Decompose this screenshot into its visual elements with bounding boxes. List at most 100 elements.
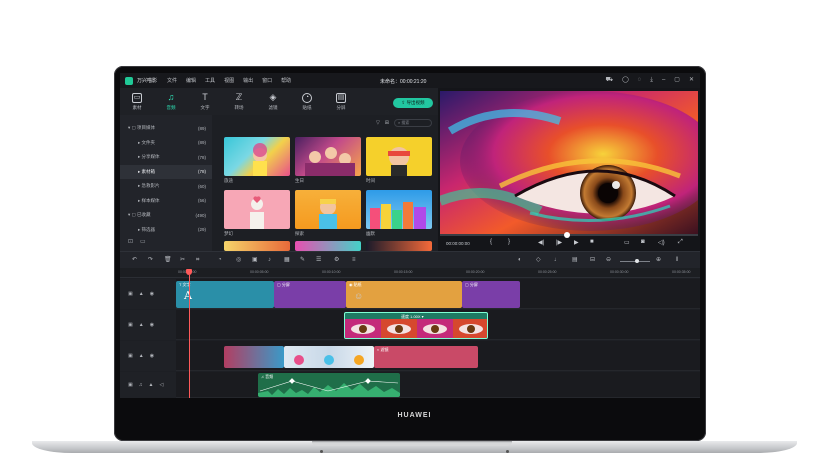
folder-icon[interactable]: ▭ (140, 238, 146, 245)
eye-icon[interactable]: ◉ (150, 291, 154, 297)
grid-view-icon[interactable]: ⊞ (385, 120, 389, 126)
volume-icon[interactable]: ◁ (159, 382, 163, 388)
close-icon[interactable]: ✕ (689, 77, 694, 84)
media-thumbnail[interactable] (295, 137, 361, 176)
undo-icon[interactable]: ↶ (132, 257, 137, 264)
zoom-in-icon[interactable]: ⊕ (656, 257, 661, 264)
audio-edit-icon[interactable]: ♪ (268, 257, 271, 264)
timeline-ruler[interactable]: 00:00:00:00 00:00:05:00 00:00:10:00 00:0… (120, 268, 700, 278)
cart-icon[interactable]: ⛟ (605, 77, 613, 84)
sidebar-item-label: ▸ 急救影片 (138, 183, 160, 189)
tab-audio[interactable]: ♫ 音频 (160, 88, 182, 115)
pen-icon[interactable]: ✎ (300, 257, 305, 264)
sidebar-item-filters[interactable]: ▸ 筛选器 (29) (120, 223, 212, 238)
menu-edit[interactable]: 编辑 (186, 77, 196, 84)
filter-clip[interactable]: ◐ 滤镜 (374, 346, 478, 368)
snap-icon[interactable]: ⊟ (590, 257, 595, 264)
play-icon[interactable]: ▶ (574, 239, 579, 246)
sidebar-item-rescue-video[interactable]: ▸ 急救影片 (60) (120, 179, 212, 194)
menu-file[interactable]: 文件 (167, 77, 177, 84)
media-thumbnail[interactable] (224, 190, 290, 229)
lock-icon[interactable]: ▲ (148, 382, 153, 388)
playhead-line[interactable] (188, 275, 190, 398)
media-thumbnail[interactable] (224, 137, 290, 176)
menu-help[interactable]: 帮助 (281, 77, 291, 84)
lock-icon[interactable]: ▲ (139, 322, 144, 328)
media-thumbnail[interactable] (366, 241, 432, 251)
adjust-icon[interactable]: ☰ (316, 257, 321, 264)
minimize-icon[interactable]: – (662, 77, 665, 84)
user-icon[interactable]: ◯ (622, 77, 629, 84)
sidebar-item-favorites[interactable]: ▾ ▢ 已收藏 (490) (120, 208, 212, 223)
media-thumbnail[interactable] (295, 241, 361, 251)
preview-eye-image (440, 91, 698, 235)
zoom-out-icon[interactable]: ⊖ (606, 257, 611, 264)
menu-export[interactable]: 输出 (243, 77, 253, 84)
step-back-icon[interactable]: ◀| (538, 239, 544, 246)
media-thumbnail[interactable] (366, 190, 432, 229)
more-icon[interactable]: ‖ (676, 257, 678, 264)
video-clip[interactable] (284, 346, 374, 368)
lightbulb-icon[interactable]: ◌ (638, 77, 642, 84)
render-icon[interactable]: ◐ (518, 257, 522, 264)
filter-icon[interactable]: ▽ (376, 120, 380, 126)
split-icon[interactable]: ≡ (352, 257, 356, 264)
split-screen-clip[interactable]: ▢ 分屏 (462, 281, 520, 308)
settings-icon[interactable]: ⚙ (334, 257, 339, 264)
eye-icon[interactable]: ◉ (150, 322, 154, 328)
track-header-video: ▣ ▲ ◉ (120, 341, 176, 371)
sidebar-item-shared-media[interactable]: ▸ 分享媒体 (78) (120, 150, 212, 165)
video-clip[interactable] (224, 346, 284, 368)
delete-icon[interactable]: 🗑 (164, 257, 172, 264)
maximize-icon[interactable]: ▢ (674, 77, 680, 84)
text-clip[interactable]: T 文字 A (176, 281, 274, 308)
redo-icon[interactable]: ↷ (148, 257, 153, 264)
menu-tools[interactable]: 工具 (205, 77, 215, 84)
menu-view[interactable]: 视图 (224, 77, 234, 84)
shield-icon[interactable]: ◇ (536, 257, 541, 264)
crop-icon[interactable]: ⌗ (196, 257, 199, 264)
sidebar-item-folder[interactable]: ▸ 文件夹 (89) (120, 136, 212, 151)
bracket-in-icon[interactable]: { (490, 239, 492, 245)
tab-transition[interactable]: ℤ 转场 (228, 88, 250, 115)
speed-icon[interactable]: ◔ (218, 257, 222, 264)
split-screen-clip[interactable]: ▢ 分屏 (274, 281, 346, 308)
export-video-button[interactable]: ⇪ 导出视频 (393, 98, 433, 108)
lock-icon[interactable]: ▲ (139, 291, 144, 297)
tab-text[interactable]: T 文字 (194, 88, 216, 115)
download-icon[interactable]: ⤓ (650, 77, 653, 84)
overlay-clip[interactable]: 速度 1.00X ▾ (344, 312, 488, 339)
fullscreen-icon[interactable]: ⤢ (678, 239, 683, 246)
volume-icon[interactable]: ◁) (658, 239, 665, 246)
mic-icon[interactable]: ♩ (554, 257, 560, 264)
sidebar-item-material-box[interactable]: ▸ 素材箱 (78) (120, 164, 212, 179)
music-track-icon: ♫ (138, 382, 143, 388)
zoom-slider-knob[interactable] (635, 259, 639, 263)
cut-icon[interactable]: ✂ (180, 257, 185, 264)
tab-filter[interactable]: ◈ 滤镜 (262, 88, 284, 115)
tab-split-screen[interactable]: ▤ 分屏 (330, 88, 352, 115)
prev-frame-icon[interactable]: |▶ (556, 239, 562, 246)
voiceover-icon[interactable]: ▤ (572, 257, 578, 264)
sticker-clip[interactable]: ◉ 贴纸 ☺ (346, 281, 462, 308)
mosaic-icon[interactable]: ▦ (284, 257, 290, 264)
color-icon[interactable]: ◎ (236, 257, 241, 264)
bracket-out-icon[interactable]: } (508, 239, 510, 245)
tab-sticker[interactable]: ◔ 贴纸 (296, 88, 318, 115)
tab-media[interactable]: ▭ 素材 (126, 88, 148, 115)
audio-clip[interactable]: ♫ 音频 (258, 373, 400, 397)
menu-window[interactable]: 窗口 (262, 77, 272, 84)
sidebar-item-project-media[interactable]: ▾ ▢ 项目媒体 (89) (120, 121, 212, 136)
stop-icon[interactable]: ■ (590, 239, 594, 245)
media-thumbnail[interactable] (295, 190, 361, 229)
monitor-icon[interactable]: ▭ (624, 239, 630, 246)
eye-icon[interactable]: ◉ (150, 353, 154, 359)
snapshot-icon[interactable]: ◙ (641, 239, 645, 245)
search-input[interactable]: ⌕ 搜索 (394, 119, 432, 127)
green-screen-icon[interactable]: ▣ (252, 257, 258, 264)
new-folder-icon[interactable]: ⊡ (128, 238, 133, 245)
media-thumbnail[interactable] (224, 241, 290, 251)
sidebar-item-sample-media[interactable]: ▸ 样本媒体 (56) (120, 194, 212, 209)
media-thumbnail[interactable] (366, 137, 432, 176)
lock-icon[interactable]: ▲ (139, 353, 144, 359)
